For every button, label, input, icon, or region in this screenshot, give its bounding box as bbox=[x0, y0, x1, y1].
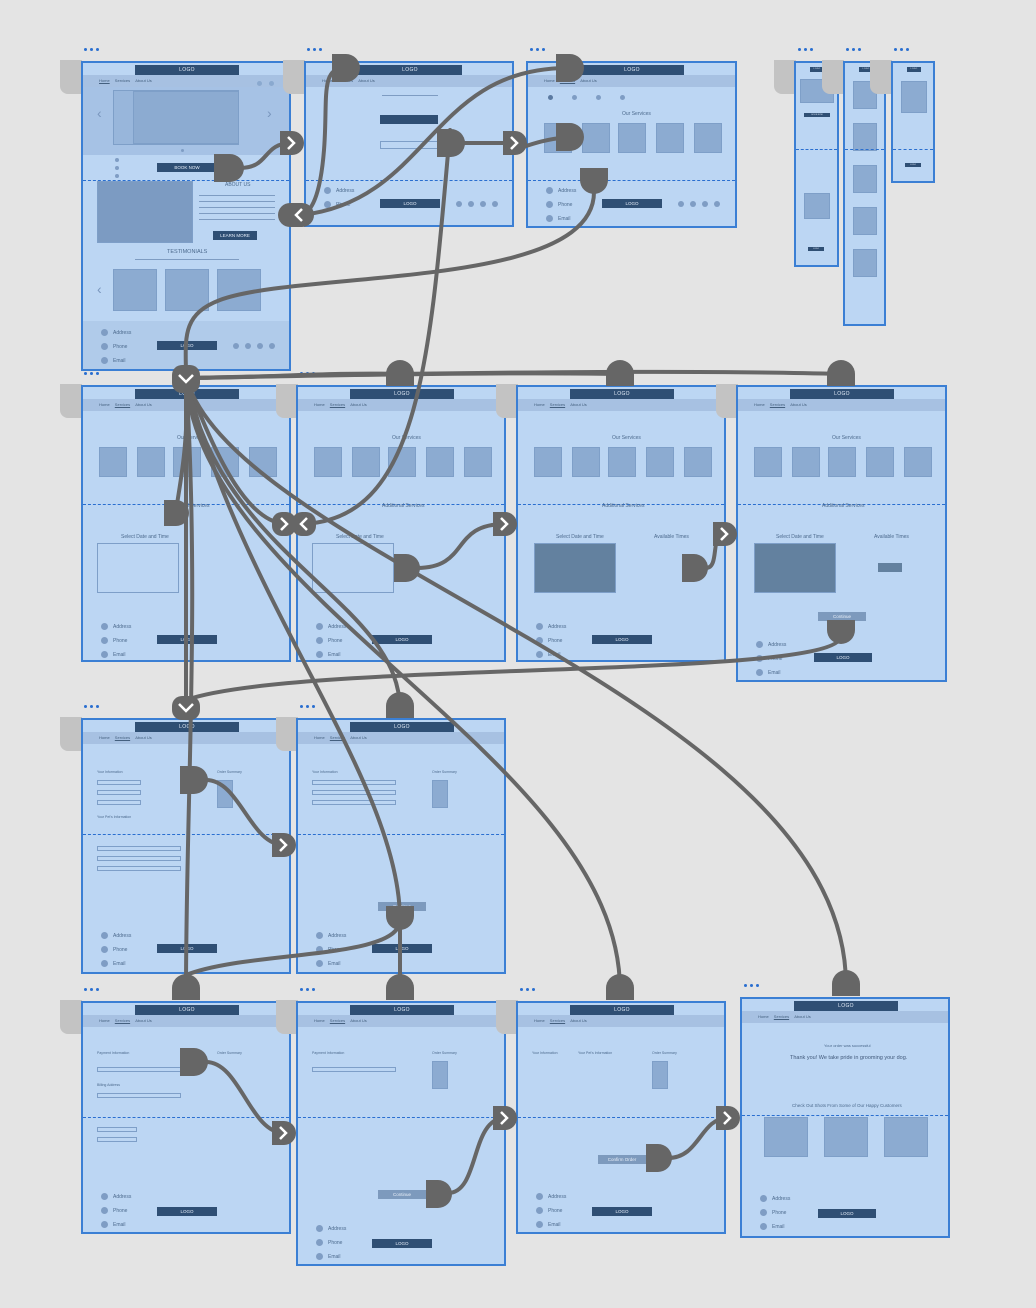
chevron-right-icon bbox=[272, 833, 296, 857]
chevron-right-icon bbox=[280, 131, 304, 155]
chevron-right-icon bbox=[493, 512, 517, 536]
chevron-left-icon bbox=[278, 203, 314, 227]
chevron-right-icon bbox=[272, 1121, 296, 1145]
prototype-canvas: LOGO Home Services About Us ‹ › BOOK NOW… bbox=[0, 0, 1036, 1308]
navigation-badges bbox=[172, 131, 740, 1145]
chevron-right-icon bbox=[493, 1106, 517, 1130]
chevron-down-icon bbox=[172, 365, 200, 393]
chevron-right-icon bbox=[716, 1106, 740, 1130]
chevron-down-icon bbox=[172, 696, 200, 720]
chevron-left-icon bbox=[292, 512, 316, 536]
chevron-right-icon bbox=[503, 131, 527, 155]
chevron-right-icon bbox=[713, 522, 737, 546]
